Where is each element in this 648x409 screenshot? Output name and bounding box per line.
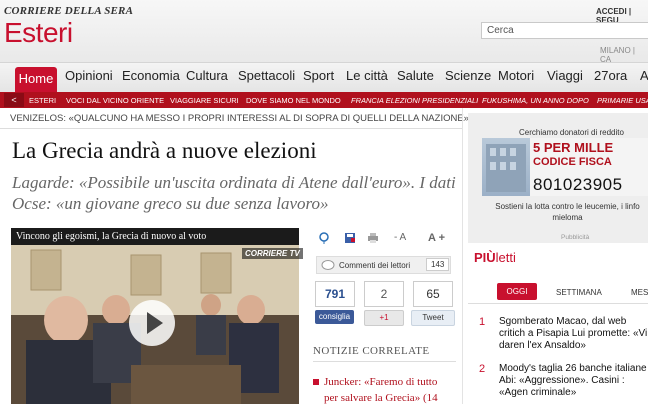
nav-item-opinioni[interactable]: Opinioni [65, 68, 113, 83]
nav-item-salute[interactable]: Salute [397, 68, 434, 83]
subnav-back-button[interactable]: < [4, 93, 24, 107]
gplus-count: 2 [364, 281, 404, 307]
save-icon[interactable] [344, 232, 356, 247]
most-read-title-a: PIÙ [474, 250, 496, 265]
related-news-title: NOTIZIE CORRELATE [313, 345, 430, 357]
nav-item-scienze[interactable]: Scienze [445, 68, 491, 83]
tab-oggi[interactable]: OGGI [497, 283, 537, 300]
print-icon[interactable] [367, 232, 379, 247]
most-read-title: PIÙletti [474, 250, 516, 265]
most-read-rank: 1 [479, 316, 486, 328]
comments-count: 143 [426, 258, 450, 271]
ad-code-number: 801023905 [533, 175, 623, 194]
subnav-item-primarie[interactable]: PRIMARIE USA [597, 96, 648, 105]
tab-settimana[interactable]: SETTIMANA [556, 288, 602, 297]
nav-item-le-citta[interactable]: Le città [346, 68, 388, 83]
tweet-button[interactable]: Tweet [411, 310, 455, 326]
article-kicker: VENIZELOS: «QUALCUNO HA MESSO I PROPRI I… [10, 113, 469, 124]
ad-code-label: CODICE FISCA [533, 156, 612, 168]
nav-item-cultura[interactable]: Cultura [186, 68, 228, 83]
most-read-title-b: letti [495, 250, 516, 265]
bullet-icon [313, 379, 319, 385]
font-decrease-button[interactable]: - A [394, 232, 406, 243]
subnav-item-voci[interactable]: VOCI DAL VICINO ORIENTE [66, 96, 164, 105]
gplus-button[interactable]: +1 [364, 310, 404, 326]
play-icon[interactable] [147, 312, 163, 334]
most-read-item[interactable]: Sgomberato Macao, dal web critich a Pisa… [499, 316, 648, 352]
search-input[interactable]: Cerca [481, 22, 648, 39]
subnav-item-francia[interactable]: FRANCIA ELEZIONI PRESIDENZIALI [351, 96, 478, 105]
speech-bubble-icon [321, 260, 335, 278]
subnav-item-fukushima[interactable]: FUKUSHIMA, UN ANNO DOPO [482, 96, 589, 105]
divider [468, 303, 648, 304]
divider [313, 361, 456, 362]
nav-item-spettacoli[interactable]: Spettacoli [238, 68, 295, 83]
site-logo[interactable]: CORRIERE DELLA SERA [4, 5, 133, 17]
column-divider [462, 108, 463, 404]
map-pin-icon[interactable] [318, 232, 330, 247]
subnav-item-dove[interactable]: DOVE SIAMO NEL MONDO [246, 96, 341, 105]
tab-mese[interactable]: MES [631, 288, 648, 297]
divider [0, 128, 462, 129]
nav-item-home[interactable]: Home [15, 67, 57, 92]
video-title: Vincono gli egoismi, la Grecia di nuovo … [11, 228, 299, 245]
nav-item-27ora[interactable]: 27ora [594, 68, 627, 83]
nav-item-economia[interactable]: Economia [122, 68, 180, 83]
corriere-tv-logo: CORRIERE TV [242, 248, 303, 259]
related-news-link[interactable]: Juncker: «Faremo di tutto per salvare la… [324, 374, 454, 406]
subnav-item-esteri[interactable]: ESTERI [29, 96, 56, 105]
ad-label: Pubblicità [561, 234, 590, 241]
facebook-count: 791 [315, 281, 355, 307]
font-increase-button[interactable]: A + [428, 232, 445, 244]
ad-text: Sostieni la lotta contro le leucemie, i … [495, 202, 640, 222]
nav-item-more[interactable]: A [640, 68, 648, 83]
article-headline: La Grecia andrà a nuove elezioni [12, 138, 317, 163]
nav-item-motori[interactable]: Motori [498, 68, 534, 83]
article-subhead: Lagarde: «Possibile un'uscita ordinata d… [12, 173, 456, 213]
most-read-rank: 2 [479, 363, 486, 375]
ad-title: Cerchiamo donatori di reddito [519, 128, 624, 137]
section-title[interactable]: Esteri [4, 17, 73, 49]
nav-item-viaggi[interactable]: Viaggi [547, 68, 583, 83]
comments-label: Commenti dei lettori [339, 261, 411, 270]
ad-headline: 5 PER MILLE [533, 140, 614, 155]
tweet-count: 65 [413, 281, 453, 307]
most-read-item[interactable]: Moody's taglia 26 banche italiane Abi: «… [499, 363, 648, 399]
subnav-item-viaggiare[interactable]: VIAGGIARE SICURI [170, 96, 239, 105]
facebook-like-button[interactable]: consiglia [315, 310, 354, 324]
nav-item-sport[interactable]: Sport [303, 68, 334, 83]
